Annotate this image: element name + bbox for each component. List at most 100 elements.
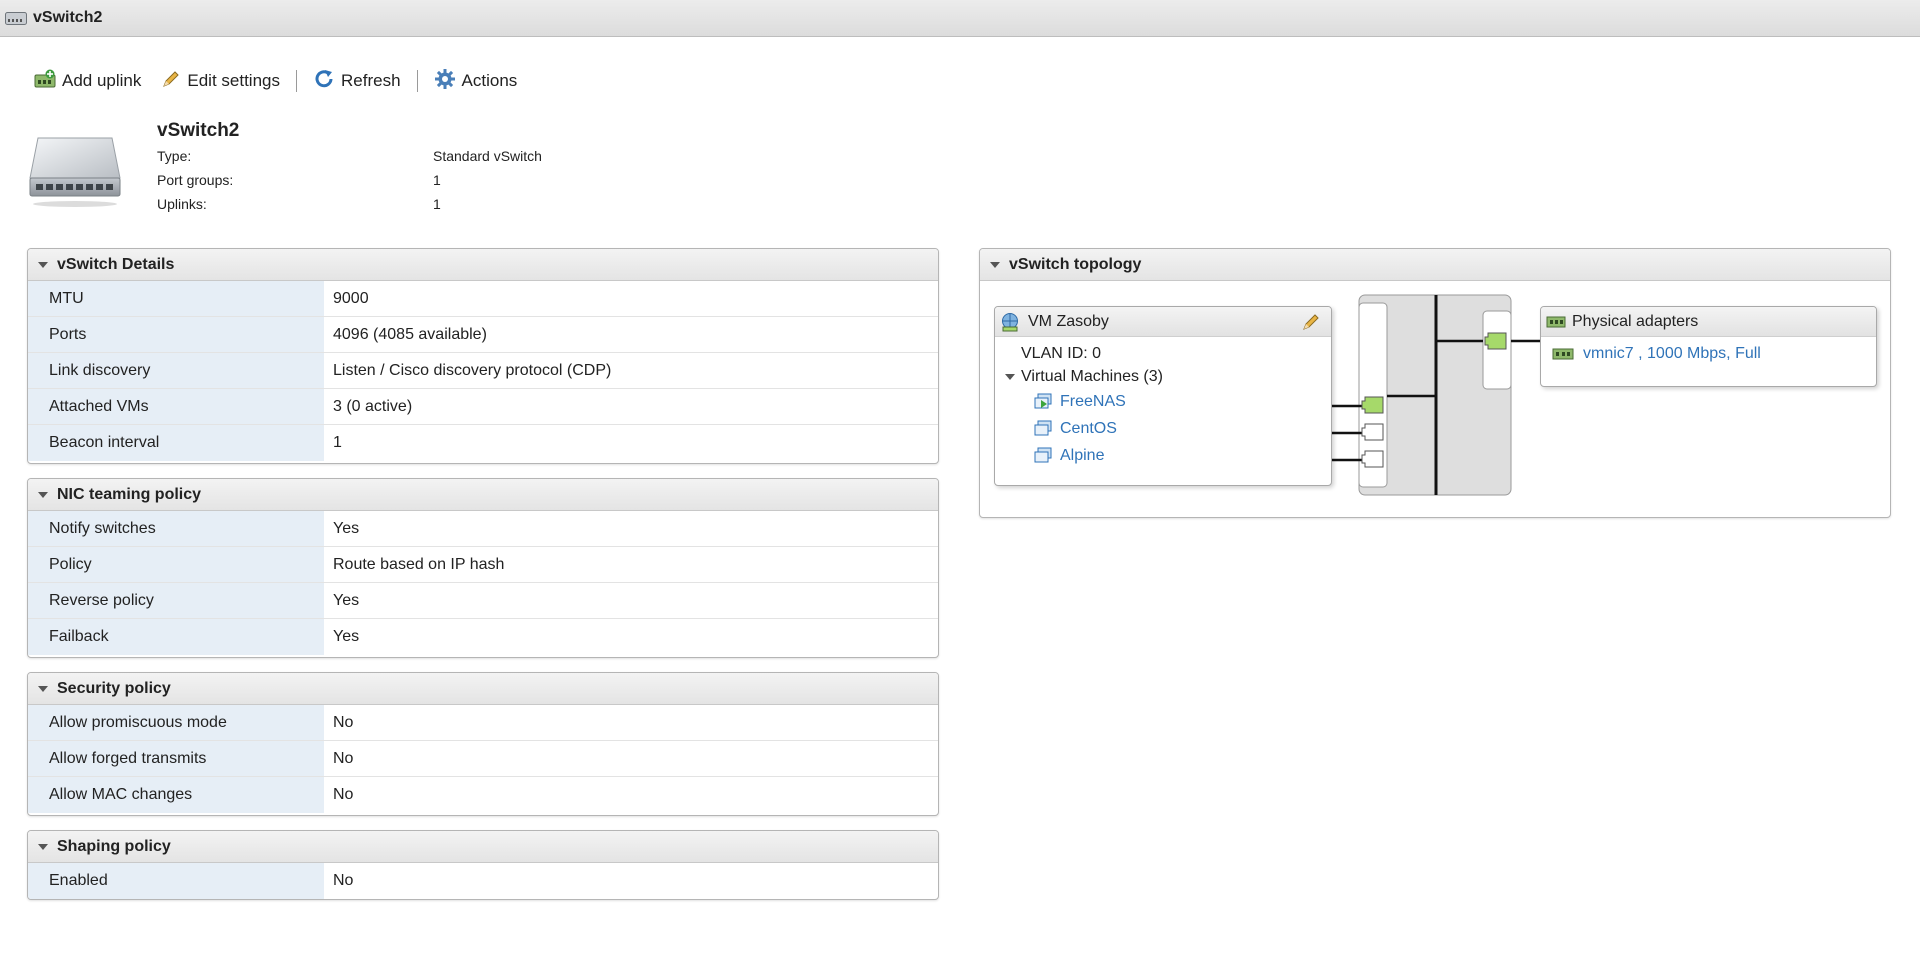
security-policy-header[interactable]: Security policy <box>28 673 938 705</box>
refresh-label: Refresh <box>341 71 401 90</box>
vlan-id: VLAN ID: 0 <box>1021 345 1102 362</box>
row-value: 1 <box>333 434 342 451</box>
row-label: Reverse policy <box>28 583 324 618</box>
portgroup-header: VM Zasoby <box>995 307 1331 337</box>
row-value: 3 (0 active) <box>333 397 413 415</box>
vswitch-topology-header[interactable]: vSwitch topology <box>980 249 1890 281</box>
table-row: Ports 4096 (4085 available) <box>28 317 938 353</box>
row-label: Allow forged transmits <box>28 741 324 776</box>
type-value: Standard vSwitch <box>433 148 542 164</box>
portgroup-icon <box>1000 312 1020 332</box>
refresh-icon <box>313 68 341 95</box>
table-row: Link discovery Listen / Cisco discovery p… <box>28 353 938 389</box>
toolbar-separator <box>296 70 297 92</box>
collapse-triangle-icon <box>38 261 48 268</box>
row-label: Policy <box>28 547 324 582</box>
edit-settings-button[interactable]: Edit settings <box>161 69 280 94</box>
physical-adapters-title: Physical adapters <box>1572 312 1699 330</box>
row-value: Route based on IP hash <box>333 555 505 573</box>
portgroup-box: VM Zasoby VLAN ID: 0 Virtual Machines (3… <box>994 306 1332 486</box>
row-label: Enabled <box>28 863 324 899</box>
uplink-port-icon <box>1484 332 1507 350</box>
row-value: Yes <box>333 628 360 645</box>
window-titlebar: vSwitch2 <box>0 0 1920 37</box>
port-active-icon <box>1361 396 1384 414</box>
table-row: Allow promiscuous mode No <box>28 705 938 741</box>
vm-link-alpine: Alpine <box>1060 447 1105 464</box>
vm-list-label: Virtual Machines (3) <box>1021 368 1163 385</box>
table-row: Policy Route based on IP hash <box>28 547 938 583</box>
table-row: Failback Yes <box>28 619 938 655</box>
vswitch-details-header[interactable]: vSwitch Details <box>28 249 938 281</box>
row-value: No <box>333 749 354 767</box>
port-inactive-icon <box>1361 450 1384 468</box>
switch-icon <box>5 12 27 30</box>
table-row: MTU 9000 <box>28 281 938 317</box>
row-label: Failback <box>28 619 324 655</box>
toolbar: Add uplink Edit settings Refresh Actions <box>34 68 517 94</box>
uplinks-value: 1 <box>433 196 441 212</box>
toolbar-separator <box>416 70 418 92</box>
port-groups-label: Port groups: <box>157 172 234 188</box>
adapter-item[interactable]: vmnic7 , 1000 Mbps, Full <box>1552 345 1761 363</box>
security-policy-panel: Security policy Allow promiscuous mode No… <box>27 672 939 816</box>
actions-label: Actions <box>461 71 518 90</box>
vswitch-name: vSwitch2 <box>157 120 240 141</box>
vm-link-centos: CentOS <box>1060 420 1117 437</box>
vm-item[interactable]: CentOS <box>1033 420 1117 438</box>
vm-icon <box>1033 420 1053 438</box>
row-label: Notify switches <box>28 511 324 546</box>
nic-teaming-header[interactable]: NIC teaming policy <box>28 479 938 511</box>
row-label: Beacon interval <box>28 425 324 461</box>
table-row: Allow MAC changes No <box>28 777 938 813</box>
panel-title: Security policy <box>57 679 171 697</box>
row-value: 4096 (4085 available) <box>333 325 487 343</box>
table-row: Enabled No <box>28 863 938 899</box>
row-value: No <box>333 786 354 803</box>
uplink-port-strip <box>1482 310 1512 390</box>
vswitch-details-panel: vSwitch Details MTU 9000 Ports 4096 (4085 … <box>27 248 939 464</box>
vm-item[interactable]: FreeNAS <box>1033 393 1126 411</box>
row-value: Yes <box>333 591 360 609</box>
table-row: Reverse policy Yes <box>28 583 938 619</box>
collapse-triangle-icon <box>38 491 48 498</box>
panel-title: NIC teaming policy <box>57 485 202 503</box>
add-uplink-button[interactable]: Add uplink <box>34 69 141 94</box>
edit-portgroup-pencil-icon[interactable] <box>1301 312 1321 337</box>
row-value: Listen / Cisco discovery protocol (CDP) <box>333 361 612 379</box>
vm-icon <box>1033 447 1053 465</box>
row-value: No <box>333 872 354 889</box>
nic-icon <box>1552 347 1574 361</box>
table-row: Allow forged transmits No <box>28 741 938 777</box>
add-uplink-icon <box>34 69 62 94</box>
uplinks-label: Uplinks: <box>157 196 207 212</box>
table-row: Notify switches Yes <box>28 511 938 547</box>
collapse-triangle-icon <box>1005 374 1015 380</box>
table-row: Attached VMs 3 (0 active) <box>28 389 938 425</box>
refresh-button[interactable]: Refresh <box>313 68 401 95</box>
row-value: Yes <box>333 519 360 537</box>
port-inactive-icon <box>1361 423 1384 441</box>
type-label: Type: <box>157 148 192 164</box>
shaping-policy-header[interactable]: Shaping policy <box>28 831 938 863</box>
add-uplink-label: Add uplink <box>62 71 142 90</box>
vm-list-toggle[interactable]: Virtual Machines (3) <box>1005 368 1163 386</box>
window-title: vSwitch2 <box>33 9 103 26</box>
vm-item[interactable]: Alpine <box>1033 447 1104 465</box>
vswitch-large-icon <box>28 134 122 215</box>
collapse-triangle-icon <box>990 261 1000 268</box>
gear-icon <box>434 68 462 95</box>
actions-button[interactable]: Actions <box>434 68 518 95</box>
adapter-link-vmnic7: vmnic7 , 1000 Mbps, Full <box>1583 345 1761 362</box>
port-groups-value: 1 <box>433 172 441 188</box>
nic-icon <box>1546 315 1566 329</box>
row-label: Link discovery <box>28 353 324 388</box>
pencil-icon <box>161 69 187 94</box>
panel-title: vSwitch topology <box>1009 255 1142 273</box>
row-label: MTU <box>28 281 324 316</box>
row-label: Attached VMs <box>28 389 324 424</box>
vswitch-topology-panel: vSwitch topology VM Zasoby VLAN ID: 0 Vi… <box>979 248 1891 518</box>
portgroup-name[interactable]: VM Zasoby <box>1028 313 1109 331</box>
row-label: Allow MAC changes <box>28 777 324 813</box>
vm-link-freenas: FreeNAS <box>1060 393 1126 410</box>
